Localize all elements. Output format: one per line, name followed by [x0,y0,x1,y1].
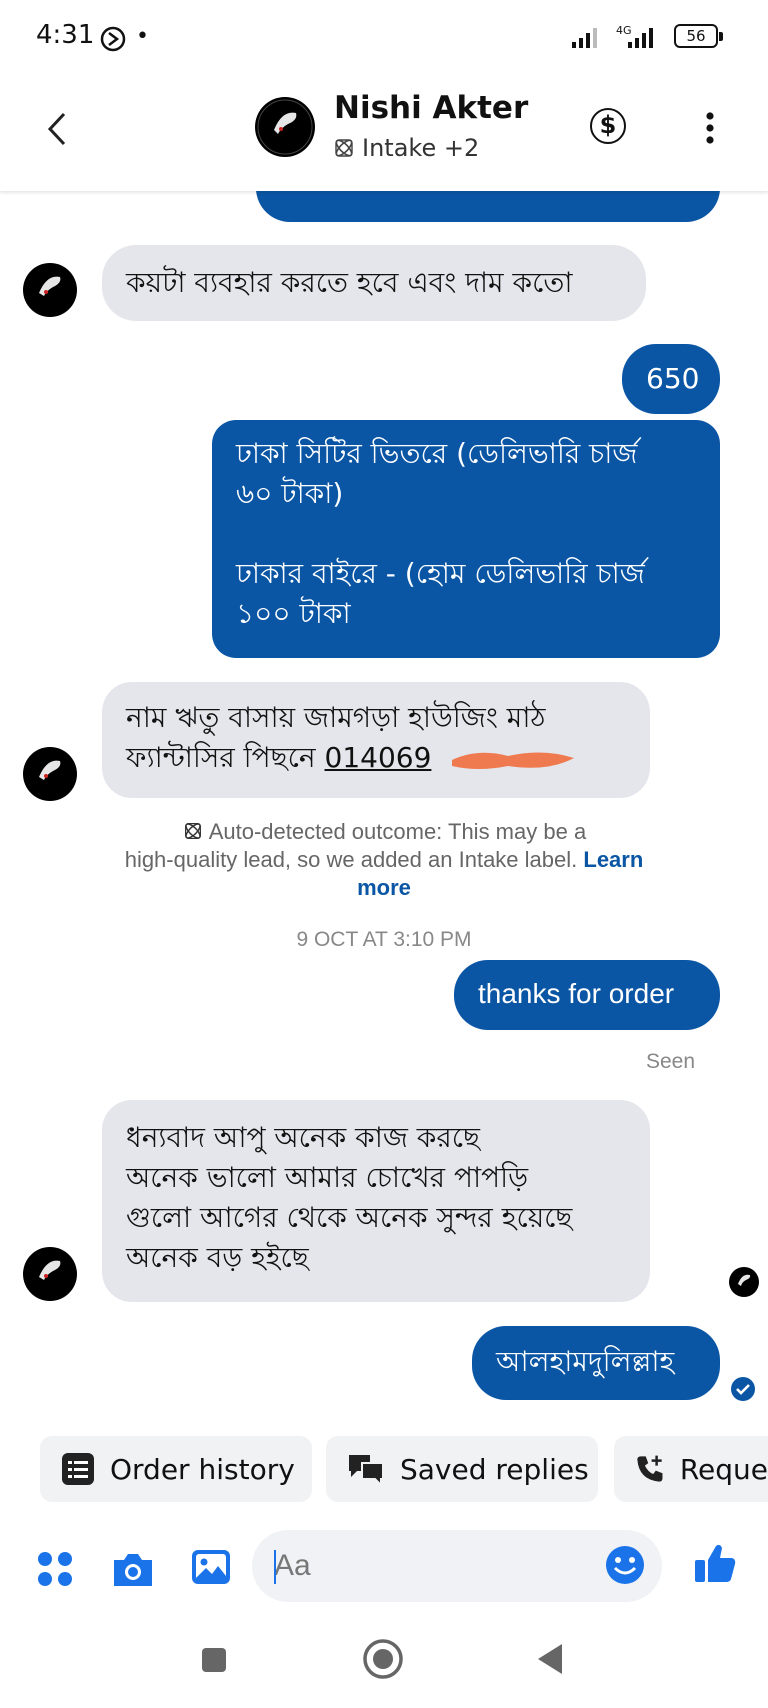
gallery-icon[interactable] [190,1548,232,1588]
message-line: অনেক ভালো আমার চোখের পাপড়ি [126,1161,529,1194]
read-receipt-avatar [729,1267,759,1297]
battery-indicator: 56 [674,24,723,48]
camera-icon[interactable] [110,1550,156,1588]
status-time: 4:31 [36,20,95,50]
emoji-icon[interactable] [604,1544,646,1586]
notice-text: high-quality lead, so we added an Intake… [124,847,578,872]
signal-icon: 4G [572,24,653,48]
message-outgoing[interactable]: thanks for order [454,960,720,1030]
saved-replies-icon [349,1455,384,1487]
more-vertical-icon[interactable] [700,108,720,148]
sync-icon [100,26,126,52]
intake-label-icon [184,823,201,839]
back-icon[interactable] [40,106,76,152]
auto-detected-notice: Auto-detected outcome: This may be a hig… [96,818,672,902]
recents-button[interactable] [200,1646,228,1674]
learn-more-link[interactable]: more [357,875,411,900]
message-line: নাম ঋতু বাসায় জামগড়া হাউজিং মাঠ [126,701,546,734]
message-line: ধন্যবাদ আপু অনেক কাজ করছে [126,1121,480,1154]
contact-avatar-small [23,1247,77,1301]
notification-dot: • [136,24,149,49]
message-text: 650 [646,362,700,395]
message-line: ফ্যান্টাসির পিছনে [126,741,325,774]
intake-label-icon [335,139,353,157]
order-history-icon [62,1453,94,1485]
message-outgoing[interactable]: আলহামদুলিল্লাহ [472,1326,720,1400]
dollar-icon[interactable]: $ [590,108,626,144]
saved-replies-chip[interactable]: Saved replies [326,1436,598,1502]
phone-plus-icon [637,1455,663,1482]
timestamp: 9 OCT AT 3:10 PM [296,928,472,951]
menu-grid-icon[interactable] [36,1550,74,1588]
message-text: কয়টা ব্যবহার করতে হবে এবং দাম কতো [126,266,573,299]
message-composer [0,1520,768,1612]
back-button[interactable] [534,1642,566,1676]
seen-label: Seen [646,1050,696,1073]
thumbs-up-icon[interactable] [692,1540,738,1586]
message-outgoing[interactable]: ঢাকা সিটির ভিতরে (ডেলিভারি চার্জ ৬০ টাকা… [212,420,720,658]
message-incoming[interactable]: ধন্যবাদ আপু অনেক কাজ করছে অনেক ভালো আমার… [102,1100,650,1302]
delivered-check-icon [731,1377,755,1401]
message-line: ঢাকা সিটির ভিতরে (ডেলিভারি চার্জ [236,437,638,470]
chip-label: Reque [679,1452,768,1486]
message-line: অনেক বড় হইছে [126,1241,309,1274]
chip-label: Saved replies [400,1452,589,1486]
text-caret [274,1550,276,1584]
contact-labels[interactable]: Intake +2 [332,134,479,162]
message-line: ঢাকার বাইরে - (হোম ডেলিভারি চার্জ [236,557,645,590]
order-history-chip[interactable]: Order history [40,1436,312,1502]
contact-avatar-small [23,263,77,317]
redaction-mark [452,752,574,769]
contact-name: Nishi Akter [334,90,529,126]
request-chip[interactable]: Reque [614,1436,768,1502]
message-line: গুলো আগের থেকে অনেক সুন্দর হয়েছে [126,1201,573,1234]
message-text: আলহামদুলিল্লাহ [496,1345,675,1378]
contact-subtitle: Intake +2 [362,134,480,162]
message-input[interactable] [252,1530,662,1602]
contact-avatar[interactable] [254,96,316,158]
learn-more-link[interactable]: Learn [583,847,643,872]
system-nav-bar [0,1612,768,1708]
message-incoming[interactable]: নাম ঋতু বাসায় জামগড়া হাউজিং মাঠ ফ্যান্… [102,682,650,798]
contact-avatar-small [23,747,77,801]
network-type: 4G [616,24,632,37]
message-line: ১০০ টাকা [236,597,351,630]
message-incoming[interactable]: কয়টা ব্যবহার করতে হবে এবং দাম কতো [102,245,646,321]
chat-header: Nishi Akter Intake +2 $ [0,76,768,191]
message-outgoing[interactable]: 650 [622,344,720,414]
status-bar: 4:31 • 4G 56 [0,0,768,76]
chip-label: Order history [110,1452,295,1486]
message-text: thanks for order [478,978,675,1009]
home-button[interactable] [362,1638,404,1680]
notice-text: Auto-detected outcome: This may be a [208,819,587,844]
message-line: ৬০ টাকা) [236,477,344,510]
phone-link[interactable]: 014069 [325,741,432,774]
